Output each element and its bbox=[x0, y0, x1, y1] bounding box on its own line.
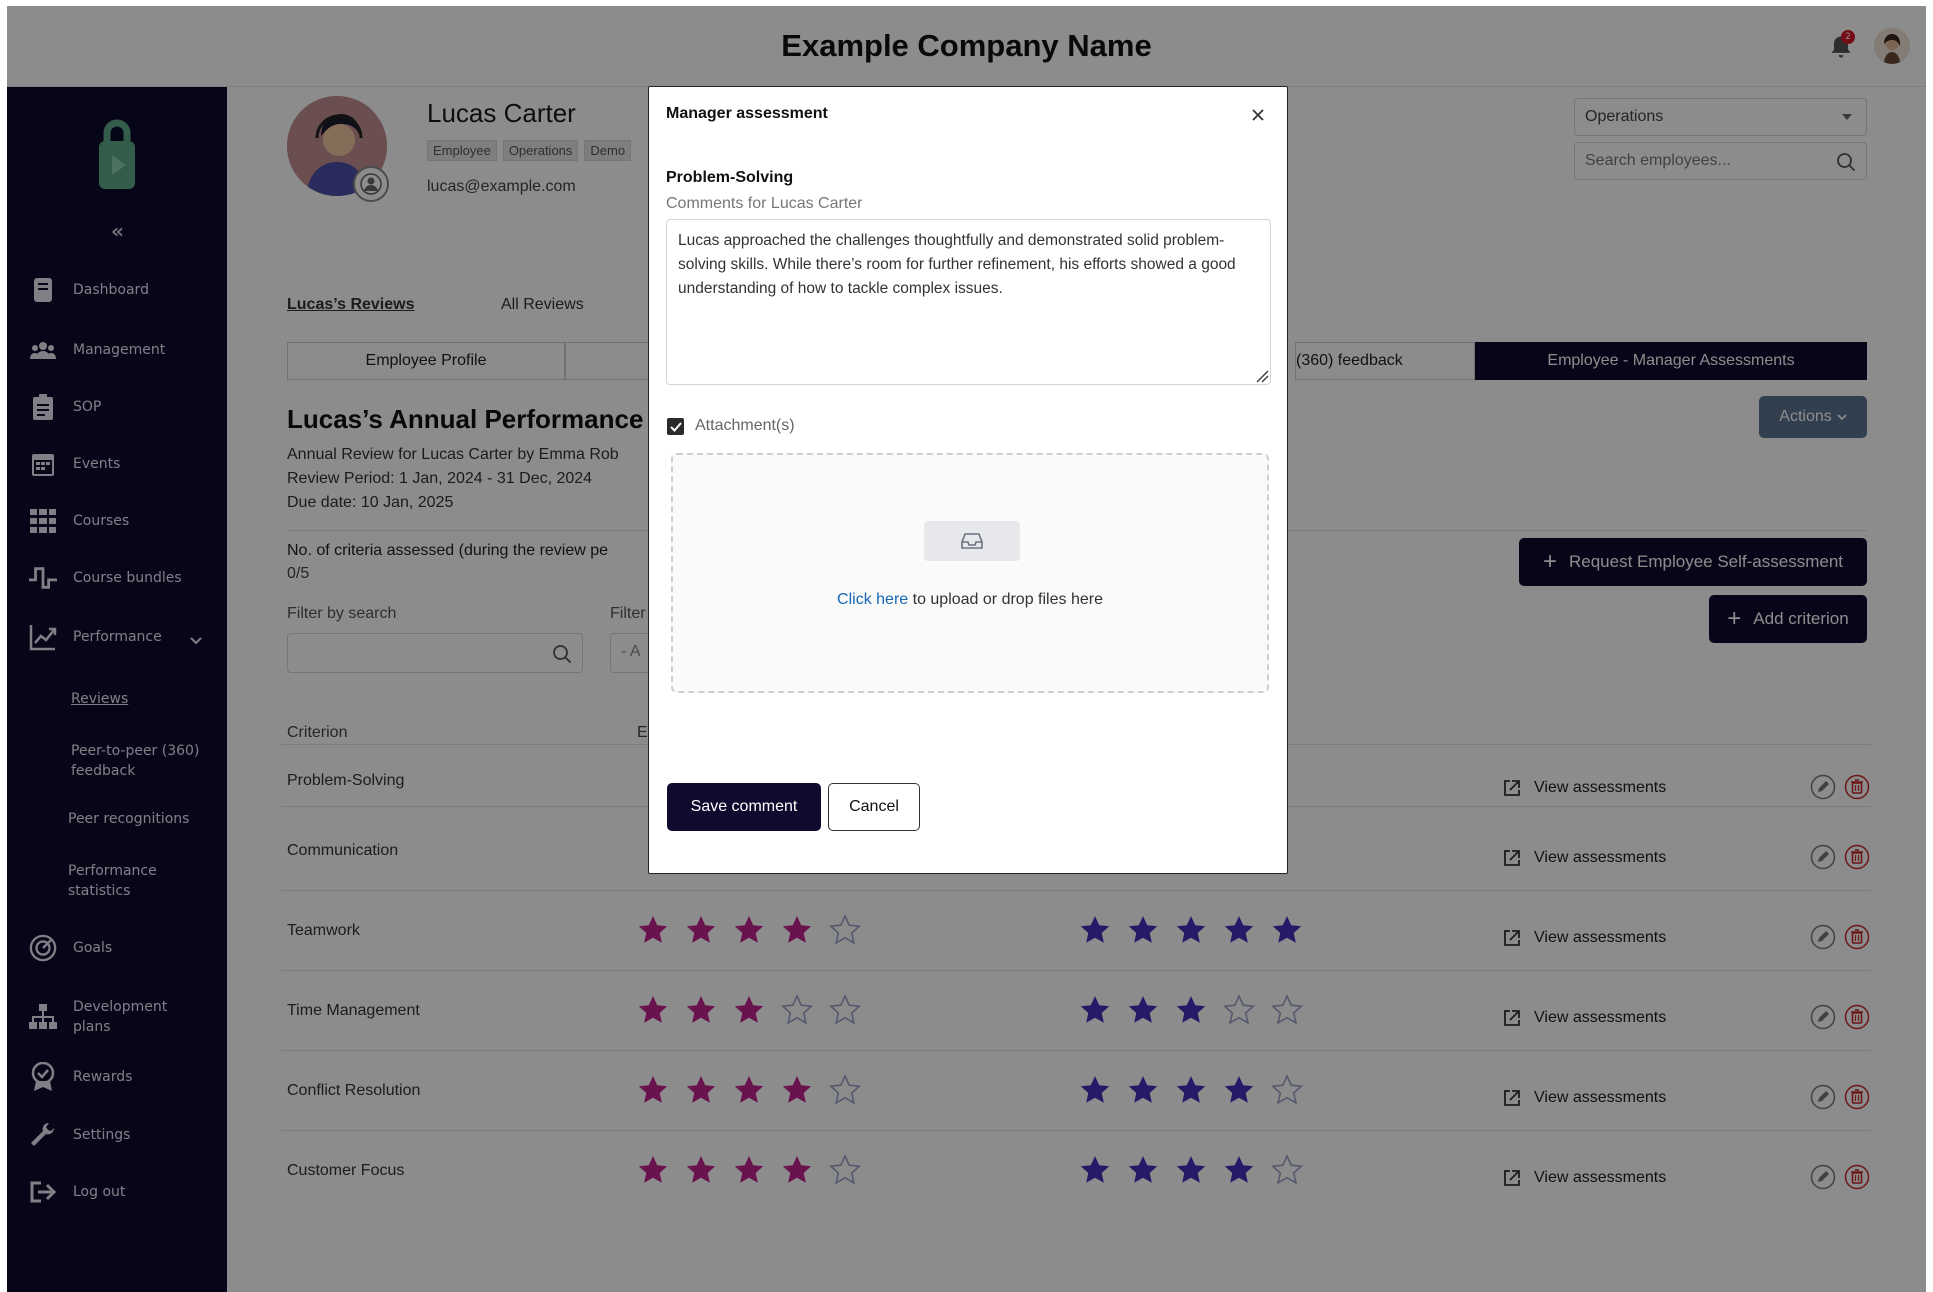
comment-textarea[interactable]: Lucas approached the challenges thoughtf… bbox=[666, 219, 1271, 385]
upload-text-rest: to upload or drop files here bbox=[908, 591, 1103, 608]
upload-link[interactable]: Click here bbox=[837, 591, 908, 608]
close-icon[interactable] bbox=[1246, 103, 1270, 127]
attachment-checkbox[interactable] bbox=[667, 418, 684, 435]
save-comment-button[interactable]: Save comment bbox=[667, 783, 821, 831]
modal-comments-label: Comments for Lucas Carter bbox=[666, 195, 863, 212]
cancel-button[interactable]: Cancel bbox=[828, 783, 920, 831]
attachment-label: Attachment(s) bbox=[695, 417, 795, 434]
file-dropzone[interactable]: Click here to upload or drop files here bbox=[671, 453, 1269, 693]
manager-assessment-modal: Manager assessment Problem-Solving Comme… bbox=[648, 86, 1288, 874]
inbox-icon bbox=[924, 521, 1020, 561]
resize-grip-icon[interactable] bbox=[1255, 369, 1269, 383]
upload-instructions: Click here to upload or drop files here bbox=[673, 591, 1267, 609]
modal-criterion-name: Problem-Solving bbox=[666, 169, 794, 186]
modal-title: Manager assessment bbox=[666, 105, 828, 122]
